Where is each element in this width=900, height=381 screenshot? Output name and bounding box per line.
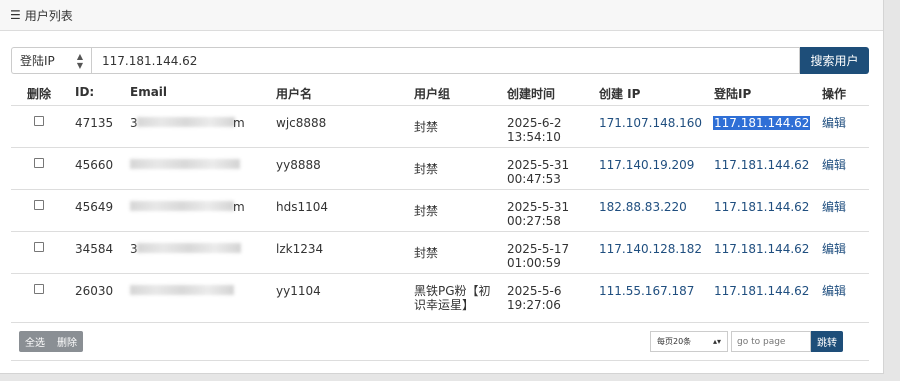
row-login-ip: 117.181.144.62 bbox=[714, 284, 810, 298]
table-row: 47135 3 m wjc8888 封禁 2025-6-2 13:54:10 1… bbox=[11, 106, 869, 148]
search-field-select[interactable]: 登陆IP ▲ ▼ bbox=[11, 47, 91, 74]
row-created-date: 2025-5-6 bbox=[507, 284, 562, 298]
th-create-ip: 创建 IP bbox=[599, 87, 641, 101]
table-row: 34584 3 lzk1234 封禁 2025-5-17 01:00:59 11… bbox=[11, 232, 869, 274]
th-created: 创建时间 bbox=[507, 87, 556, 101]
row-group-line2: 识幸运星】 bbox=[414, 298, 475, 312]
row-id: 34584 bbox=[75, 242, 114, 256]
email-redacted bbox=[130, 285, 234, 295]
row-login-ip: 117.181.144.62 bbox=[714, 158, 810, 172]
row-username: wjc8888 bbox=[276, 116, 327, 130]
row-username: lzk1234 bbox=[276, 242, 324, 256]
row-group: 封禁 bbox=[414, 204, 439, 218]
search-field-value: 登陆IP bbox=[20, 54, 55, 68]
email-redacted bbox=[130, 201, 234, 211]
table-row: 45649 m hds1104 封禁 2025-5-31 00:27:58 18… bbox=[11, 190, 869, 232]
th-id: ID: bbox=[75, 85, 95, 99]
table-row: 45660 yy8888 封禁 2025-5-31 00:47:53 117.1… bbox=[11, 148, 869, 190]
row-created-date: 2025-6-2 bbox=[507, 116, 562, 130]
th-email: Email bbox=[130, 85, 168, 99]
bulk-action-group: 全选 删除 bbox=[19, 331, 83, 352]
row-edit-link[interactable]: 编辑 bbox=[822, 200, 846, 214]
panel-header: ☰ 用户列表 bbox=[0, 0, 883, 31]
table-row: 26030 yy1104 黑铁PG粉【初 识幸运星】 2025-5-6 19:2… bbox=[11, 274, 869, 323]
row-group: 封禁 bbox=[414, 120, 439, 134]
row-group: 封禁 bbox=[414, 246, 439, 260]
row-edit-link[interactable]: 编辑 bbox=[822, 116, 846, 130]
row-checkbox[interactable] bbox=[34, 158, 44, 168]
th-group: 用户组 bbox=[414, 87, 451, 101]
goto-page-input[interactable] bbox=[731, 331, 811, 352]
row-edit-link[interactable]: 编辑 bbox=[822, 242, 846, 256]
email-redacted bbox=[137, 117, 235, 127]
row-create-ip: 117.140.128.182 bbox=[599, 242, 703, 256]
row-created-date: 2025-5-17 bbox=[507, 242, 570, 256]
table-footer: 全选 删除 每页20条 ▴▾ 跳转 bbox=[11, 323, 869, 361]
table-header: 删除 ID: Email 用户名 用户组 创建时间 创建 IP 登陆IP 操作 bbox=[11, 78, 869, 106]
row-username: yy8888 bbox=[276, 158, 321, 172]
per-page-value: 每页20条 bbox=[657, 337, 692, 346]
row-checkbox[interactable] bbox=[34, 242, 44, 252]
row-email-end: m bbox=[233, 116, 245, 130]
row-created-time: 00:47:53 bbox=[507, 172, 561, 186]
row-created-time: 00:27:58 bbox=[507, 214, 561, 228]
th-delete: 删除 bbox=[27, 87, 52, 101]
row-edit-link[interactable]: 编辑 bbox=[822, 158, 846, 172]
th-username: 用户名 bbox=[276, 87, 313, 101]
list-icon: ☰ bbox=[10, 8, 21, 22]
row-checkbox[interactable] bbox=[34, 116, 44, 126]
per-page-caret-icon: ▴▾ bbox=[712, 337, 721, 346]
row-username: hds1104 bbox=[276, 200, 329, 214]
row-group: 黑铁PG粉【初 bbox=[414, 284, 491, 298]
row-login-ip: 117.181.144.62 bbox=[714, 242, 810, 256]
search-input[interactable] bbox=[91, 47, 800, 74]
user-list-panel: ☰ 用户列表 登陆IP ▲▼ 搜索用户 删除 ID: Email 用户名 用户组… bbox=[0, 0, 884, 374]
row-checkbox[interactable] bbox=[34, 284, 44, 294]
per-page-select[interactable]: 每页20条 ▴▾ bbox=[650, 331, 728, 352]
row-login-ip: 117.181.144.62 bbox=[714, 200, 810, 214]
row-id: 45649 bbox=[75, 200, 114, 214]
row-login-ip-selected: 117.181.144.62 bbox=[713, 116, 811, 130]
row-created-time: 01:00:59 bbox=[507, 256, 561, 270]
row-edit-link[interactable]: 编辑 bbox=[822, 284, 846, 298]
goto-page-button[interactable]: 跳转 bbox=[811, 331, 843, 352]
email-redacted bbox=[137, 243, 241, 253]
row-created-date: 2025-5-31 bbox=[507, 158, 570, 172]
row-email-end: m bbox=[233, 200, 245, 214]
row-created-date: 2025-5-31 bbox=[507, 200, 570, 214]
row-username: yy1104 bbox=[276, 284, 321, 298]
row-create-ip: 171.107.148.160 bbox=[599, 116, 703, 130]
select-all-button[interactable]: 全选 bbox=[19, 331, 51, 352]
row-id: 26030 bbox=[75, 284, 114, 298]
row-checkbox[interactable] bbox=[34, 200, 44, 210]
row-created-time: 13:54:10 bbox=[507, 130, 561, 144]
row-id: 45660 bbox=[75, 158, 114, 172]
select-caret-icon: ▲ ▼ bbox=[76, 51, 83, 70]
row-create-ip: 117.140.19.209 bbox=[599, 158, 695, 172]
email-redacted bbox=[130, 159, 240, 169]
panel-title: 用户列表 bbox=[24, 8, 73, 23]
row-create-ip: 182.88.83.220 bbox=[599, 200, 687, 214]
th-action: 操作 bbox=[822, 87, 847, 101]
th-login-ip: 登陆IP bbox=[714, 87, 752, 101]
row-create-ip: 111.55.167.187 bbox=[599, 284, 695, 298]
bulk-delete-button[interactable]: 删除 bbox=[51, 331, 83, 352]
row-id: 47135 bbox=[75, 116, 114, 130]
row-group: 封禁 bbox=[414, 162, 439, 176]
pagination: 每页20条 ▴▾ 跳转 bbox=[650, 331, 843, 352]
search-bar: 登陆IP ▲▼ 搜索用户 bbox=[11, 47, 869, 74]
row-created-time: 19:27:06 bbox=[507, 298, 561, 312]
search-user-button[interactable]: 搜索用户 bbox=[800, 47, 869, 74]
